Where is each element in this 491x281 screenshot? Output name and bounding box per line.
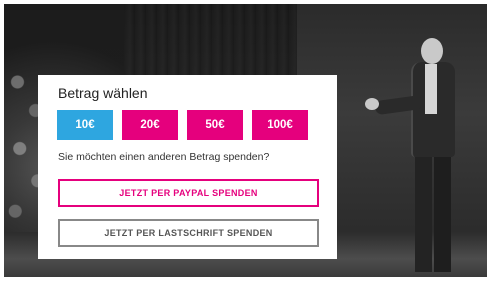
paypal-donate-button[interactable]: JETZT PER PAYPAL SPENDEN [58, 179, 319, 207]
other-amount-link[interactable]: Sie möchten einen anderen Betrag spenden… [58, 151, 269, 163]
direct-debit-donate-button[interactable]: JETZT PER LASTSCHRIFT SPENDEN [58, 219, 319, 247]
amount-button-10[interactable]: 10€ [57, 110, 113, 140]
donation-panel: Betrag wählen 10€ 20€ 50€ 100€ Sie möcht… [38, 75, 337, 259]
speaker-shirt [425, 64, 437, 114]
speaker-hand [365, 98, 379, 110]
amount-button-100[interactable]: 100€ [252, 110, 308, 140]
hero-background-image: Betrag wählen 10€ 20€ 50€ 100€ Sie möcht… [4, 4, 487, 277]
speaker-head [421, 38, 443, 64]
amount-button-20[interactable]: 20€ [122, 110, 178, 140]
speaker-leg-left [415, 154, 432, 272]
speaker-leg-right [434, 154, 451, 272]
amount-button-50[interactable]: 50€ [187, 110, 243, 140]
speaker-figure [365, 38, 479, 277]
panel-title: Betrag wählen [58, 85, 148, 101]
amount-options: 10€ 20€ 50€ 100€ [57, 110, 309, 140]
